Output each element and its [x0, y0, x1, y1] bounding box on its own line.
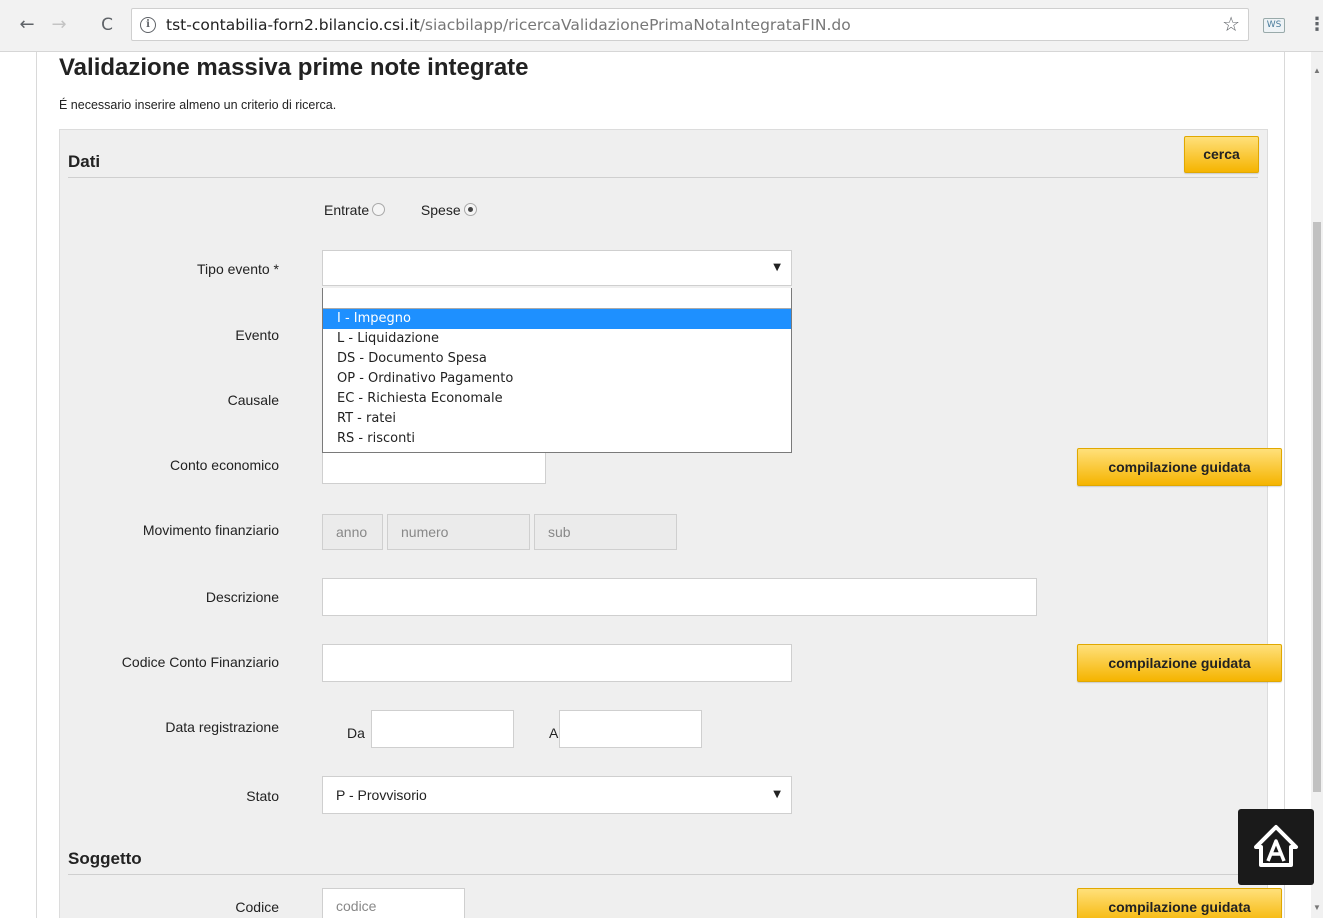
section-title-soggetto: Soggetto [68, 849, 142, 868]
radio-label-entrate: Entrate [324, 202, 370, 218]
radio-group-entrate-spese: Entrate Spese [324, 202, 477, 218]
scroll-down-arrow-icon[interactable]: ▼ [1311, 903, 1323, 912]
label-tipo-evento: Tipo evento * [197, 261, 279, 277]
label-codice-conto-finanziario: Codice Conto Finanziario [121, 654, 279, 670]
input-descrizione[interactable] [322, 578, 1037, 616]
info-icon[interactable]: i [140, 17, 156, 33]
page-scrollbar[interactable]: ▲ ▼ [1311, 52, 1323, 918]
compilazione-guidata-conto-economico-button[interactable]: compilazione guidata [1077, 448, 1282, 486]
input-codice-conto-finanziario[interactable] [322, 644, 792, 682]
dropdown-caret-icon: ▼ [773, 789, 781, 800]
section-divider [68, 177, 1258, 178]
radio-spese[interactable] [463, 203, 477, 216]
dropdown-option[interactable]: RS - risconti [323, 429, 791, 449]
input-data-da[interactable] [371, 710, 514, 748]
browser-toolbar: ← → C i tst-contabilia-forn2.bilancio.cs… [0, 0, 1323, 52]
input-anno[interactable]: anno [322, 514, 383, 550]
page-title: Validazione massiva prime note integrate [59, 54, 529, 81]
back-arrow-icon[interactable]: ← [16, 14, 38, 36]
label-data-a: A [549, 725, 559, 741]
compilazione-guidata-soggetto-button[interactable]: compilazione guidata [1077, 888, 1282, 918]
label-evento: Evento [235, 327, 279, 343]
input-data-a[interactable] [559, 710, 702, 748]
scrollbar-thumb[interactable] [1313, 222, 1321, 792]
address-bar[interactable]: i tst-contabilia-forn2.bilancio.csi.it/s… [131, 8, 1249, 41]
url-text[interactable]: tst-contabilia-forn2.bilancio.csi.it/sia… [166, 15, 851, 35]
star-icon[interactable]: ☆ [1222, 12, 1240, 36]
label-stato: Stato [246, 788, 279, 804]
dropdown-option-empty[interactable] [323, 288, 791, 309]
dropdown-option[interactable]: EC - Richiesta Economale [323, 389, 791, 409]
radio-entrate[interactable] [372, 203, 386, 216]
dropdown-option[interactable]: OP - Ordinativo Pagamento [323, 369, 791, 389]
dropdown-option[interactable]: RT - ratei [323, 409, 791, 429]
input-codice-soggetto[interactable]: codice [322, 888, 465, 918]
dropdown-option[interactable]: DS - Documento Spesa [323, 349, 791, 369]
select-stato-value: P - Provvisorio [336, 787, 427, 803]
cerca-button[interactable]: cerca [1184, 136, 1259, 173]
page-note: É necessario inserire almeno un criterio… [59, 98, 337, 112]
input-numero[interactable]: numero [387, 514, 530, 550]
select-tipo-evento[interactable]: ▼ [322, 250, 792, 286]
section-divider [68, 874, 1258, 875]
label-conto-economico: Conto economico [170, 457, 279, 473]
page-content: Validazione massiva prime note integrate… [36, 52, 1285, 918]
label-codice-soggetto: Codice [235, 899, 279, 915]
search-form-panel: Dati cerca Entrate Spese Tipo evento * ▼… [59, 129, 1282, 918]
radio-label-spese: Spese [420, 202, 461, 218]
tipo-evento-dropdown-list: I - Impegno L - Liquidazione DS - Docume… [322, 288, 792, 453]
forward-arrow-icon[interactable]: → [48, 14, 70, 36]
label-descrizione: Descrizione [205, 589, 279, 605]
scroll-up-arrow-icon[interactable]: ▲ [1311, 66, 1323, 75]
label-causale: Causale [227, 392, 279, 408]
accessibility-icon[interactable] [1238, 809, 1314, 885]
compilazione-guidata-codice-conto-button[interactable]: compilazione guidata [1077, 644, 1282, 682]
dropdown-caret-icon: ▼ [773, 262, 781, 273]
url-host: tst-contabilia-forn2.bilancio.csi.it [166, 16, 420, 34]
input-sub[interactable]: sub [534, 514, 677, 550]
label-movimento-finanziario: Movimento finanziario [142, 522, 279, 538]
select-stato[interactable]: P - Provvisorio ▼ [322, 776, 792, 814]
dropdown-option[interactable]: I - Impegno [323, 309, 791, 329]
label-data-da: Da [347, 725, 365, 741]
dropdown-option[interactable]: L - Liquidazione [323, 329, 791, 349]
input-conto-economico[interactable] [322, 448, 546, 484]
extension-icon[interactable]: WS [1263, 18, 1285, 33]
url-path: /siacbilapp/ricercaValidazionePrimaNotaI… [419, 16, 851, 34]
reload-icon[interactable]: C [96, 14, 118, 36]
label-data-registrazione: Data registrazione [165, 719, 279, 735]
menu-icon[interactable]: ⋮ [1308, 14, 1323, 35]
section-title-dati: Dati [68, 152, 101, 171]
accessibility-icon-graphic [1254, 825, 1298, 867]
